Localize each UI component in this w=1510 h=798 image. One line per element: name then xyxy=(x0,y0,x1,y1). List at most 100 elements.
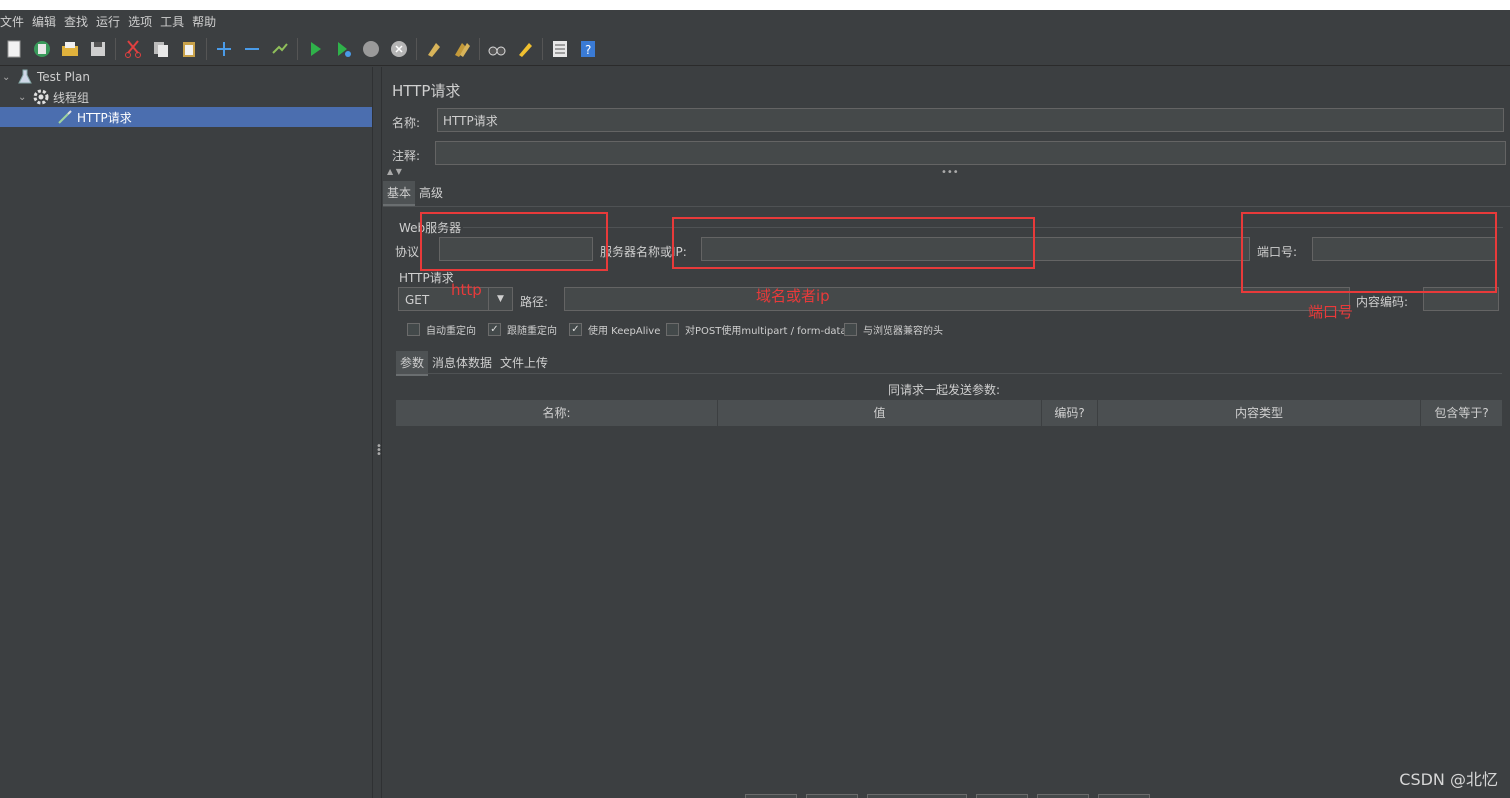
subtab-underline xyxy=(396,373,1502,374)
column-header-content-type[interactable]: 内容类型 xyxy=(1098,400,1421,426)
checkbox-box[interactable]: ✓ xyxy=(569,323,582,336)
menu-bar: 文件 编辑 查找 运行 选项 工具 帮助 xyxy=(0,10,1510,32)
more-dots-icon[interactable]: ••• xyxy=(941,167,959,178)
column-header-include-equals[interactable]: 包含等于? xyxy=(1421,400,1502,426)
svg-text:?: ? xyxy=(585,43,591,57)
search-icon[interactable] xyxy=(486,38,508,60)
bottom-button[interactable] xyxy=(1037,794,1089,798)
chevron-down-icon[interactable]: ⌄ xyxy=(18,92,32,103)
menu-edit[interactable]: 编辑 xyxy=(32,13,60,30)
toolbar-separator xyxy=(297,37,298,60)
test-plan-tree: ⌄ Test Plan ⌄ 线程组 HTTP请求 xyxy=(0,67,372,798)
http-request-section-label: HTTP请求 xyxy=(399,271,454,285)
templates-icon[interactable] xyxy=(31,38,53,60)
copy-icon[interactable] xyxy=(150,38,172,60)
checkbox-label: 与浏览器兼容的头 xyxy=(863,326,943,337)
tab-advanced[interactable]: 高级 xyxy=(415,181,447,206)
port-annotation: 端口号 xyxy=(1308,303,1354,321)
split-pane-grip[interactable]: • • • xyxy=(376,442,382,460)
tree-item-test-plan[interactable]: ⌄ Test Plan xyxy=(2,67,90,87)
bottom-button[interactable] xyxy=(976,794,1028,798)
tab-basic[interactable]: 基本 xyxy=(383,181,416,206)
top-strip xyxy=(0,0,1510,10)
tree-label-http-request: HTTP请求 xyxy=(77,110,132,125)
server-highlight-box xyxy=(672,217,1035,269)
menu-search[interactable]: 查找 xyxy=(64,13,92,30)
toolbar-separator xyxy=(416,37,417,60)
http-request-panel: HTTP请求 名称: 注释: ▲ ▼ ••• 基本 高级 Web服务器 协议: … xyxy=(383,67,1510,798)
toolbar-separator xyxy=(206,37,207,60)
bottom-button[interactable] xyxy=(806,794,858,798)
toolbar-separator xyxy=(115,37,116,60)
paste-icon[interactable] xyxy=(178,38,200,60)
menu-file[interactable]: 文件 xyxy=(0,13,28,30)
start-no-pause-icon[interactable] xyxy=(332,38,354,60)
tree-label-test-plan: Test Plan xyxy=(37,70,90,84)
column-header-value[interactable]: 值 xyxy=(718,400,1042,426)
chevron-down-icon[interactable]: ▼ xyxy=(488,288,512,310)
encoding-label: 内容编码: xyxy=(1356,295,1409,309)
checkbox-box[interactable] xyxy=(844,323,857,336)
save-icon[interactable] xyxy=(87,38,109,60)
menu-run[interactable]: 运行 xyxy=(96,13,124,30)
name-label: 名称: xyxy=(392,116,421,130)
tree-item-http-request[interactable]: HTTP请求 xyxy=(56,107,132,127)
stop-icon[interactable] xyxy=(360,38,382,60)
checkbox-box[interactable] xyxy=(407,323,420,336)
split-pane-divider[interactable]: • • • xyxy=(372,67,382,798)
toolbar: ? xyxy=(0,32,1510,66)
tree-item-thread-group[interactable]: ⌄ 线程组 xyxy=(18,87,89,107)
gear-icon xyxy=(32,88,50,106)
checkbox-box[interactable] xyxy=(666,323,679,336)
protocol-annotation: http xyxy=(451,281,482,299)
multipart-checkbox[interactable]: 对POST使用multipart / form-data xyxy=(666,322,847,337)
menu-tools[interactable]: 工具 xyxy=(160,13,188,30)
name-field[interactable] xyxy=(437,108,1504,132)
start-icon[interactable] xyxy=(304,38,326,60)
clear-all-icon[interactable] xyxy=(451,38,473,60)
watermark: CSDN @北忆 xyxy=(1399,770,1498,789)
bottom-button[interactable] xyxy=(745,794,797,798)
shutdown-icon[interactable] xyxy=(388,38,410,60)
checkbox-label: 自动重定向 xyxy=(426,326,476,337)
server-annotation: 域名或者ip xyxy=(756,287,830,305)
clear-icon[interactable] xyxy=(423,38,445,60)
panel-title: HTTP请求 xyxy=(392,82,461,100)
collapse-arrows-icon[interactable]: ▲ ▼ xyxy=(387,167,402,176)
config-tabs: 基本 高级 xyxy=(383,181,447,206)
cut-icon[interactable] xyxy=(122,38,144,60)
expand-icon[interactable] xyxy=(213,38,235,60)
path-field[interactable] xyxy=(564,287,1350,311)
help-icon[interactable]: ? xyxy=(577,38,599,60)
menu-help[interactable]: 帮助 xyxy=(192,13,220,30)
checkbox-label: 使用 KeepAlive xyxy=(588,326,661,337)
chevron-down-icon[interactable]: ⌄ xyxy=(2,72,16,83)
follow-redirect-checkbox[interactable]: ✓ 跟随重定向 xyxy=(488,322,557,337)
menu-options[interactable]: 选项 xyxy=(128,13,156,30)
browser-headers-checkbox[interactable]: 与浏览器兼容的头 xyxy=(844,322,943,337)
toggle-icon[interactable] xyxy=(269,38,291,60)
tab-underline xyxy=(383,206,1510,207)
comment-field[interactable] xyxy=(435,141,1506,165)
auto-redirect-checkbox[interactable]: 自动重定向 xyxy=(407,322,476,337)
method-value: GET xyxy=(405,293,430,307)
params-table-header: 名称: 值 编码? 内容类型 包含等于? xyxy=(396,400,1502,426)
protocol-highlight-box xyxy=(420,212,608,271)
path-label: 路径: xyxy=(520,295,549,309)
column-header-encode[interactable]: 编码? xyxy=(1042,400,1098,426)
checkbox-label: 跟随重定向 xyxy=(507,326,557,337)
bottom-button[interactable] xyxy=(1098,794,1150,798)
column-header-name[interactable]: 名称: xyxy=(396,400,718,426)
new-icon[interactable] xyxy=(3,38,25,60)
keepalive-checkbox[interactable]: ✓ 使用 KeepAlive xyxy=(569,322,660,337)
tree-label-thread-group: 线程组 xyxy=(53,90,90,105)
checkbox-box[interactable]: ✓ xyxy=(488,323,501,336)
flask-icon xyxy=(16,68,34,86)
toolbar-separator xyxy=(479,37,480,60)
reset-search-icon[interactable] xyxy=(514,38,536,60)
collapse-icon[interactable] xyxy=(241,38,263,60)
function-helper-icon[interactable] xyxy=(549,38,571,60)
bottom-button[interactable] xyxy=(867,794,967,798)
toolbar-separator xyxy=(542,37,543,60)
open-icon[interactable] xyxy=(59,38,81,60)
